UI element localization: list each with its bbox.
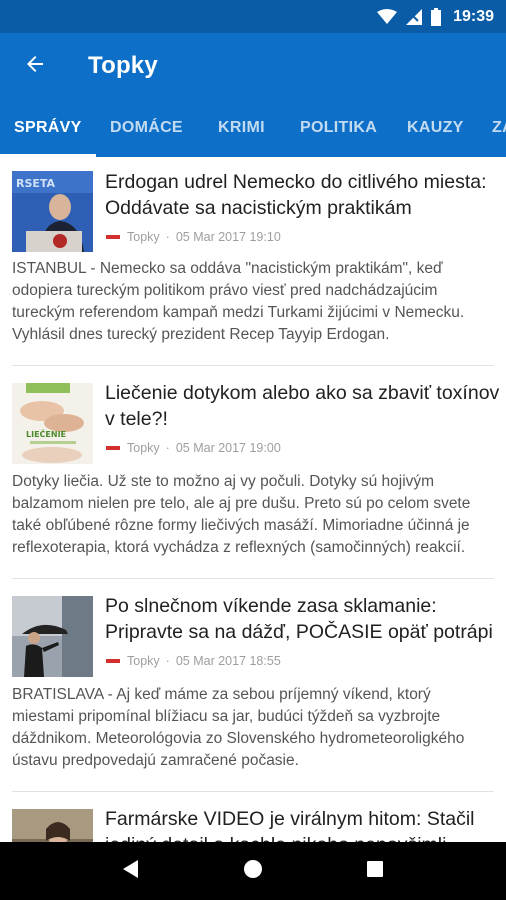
meta-separator: ·: [165, 230, 170, 244]
article-item[interactable]: LIEČENIE Liečenie dotykom alebo ako sa z…: [0, 366, 506, 578]
article-date: 05 Mar 2017 19:10: [175, 230, 281, 244]
article-thumbnail: LIEČENIE: [12, 383, 93, 464]
source-logo-icon: [105, 233, 121, 241]
tab-indicator: [0, 154, 96, 157]
article-thumbnail: [12, 809, 93, 842]
tab-krimi[interactable]: KRIMI: [218, 99, 265, 157]
article-item[interactable]: Po slnečnom víkende zasa sklamanie: Prip…: [0, 579, 506, 791]
wifi-icon: [377, 8, 398, 25]
page-title: Topky: [88, 52, 158, 79]
tab-spravy[interactable]: SPRÁVY: [14, 99, 82, 157]
article-source: Topky: [127, 654, 160, 668]
nav-home-button[interactable]: [233, 851, 273, 891]
arrow-left-icon: [23, 52, 47, 81]
article-date: 05 Mar 2017 18:55: [175, 654, 281, 668]
svg-text:RSETA: RSETA: [16, 177, 56, 190]
article-date: 05 Mar 2017 19:00: [175, 441, 281, 455]
news-feed[interactable]: RSETA Erdogan udrel Nemecko do citlivého…: [0, 157, 506, 842]
article-source: Topky: [127, 230, 160, 244]
square-recents-icon: [366, 860, 384, 883]
signal-icon: [405, 8, 423, 26]
meta-separator: ·: [165, 654, 170, 668]
article-headline[interactable]: Liečenie dotykom alebo ako sa zbaviť tox…: [105, 380, 500, 432]
tab-zahranicie[interactable]: ZAHRANIČIE: [492, 99, 506, 157]
article-source: Topky: [127, 441, 160, 455]
tab-kauzy[interactable]: KAUZY: [407, 99, 464, 157]
article-item[interactable]: Farmárske VIDEO je virálnym hitom: Stači…: [0, 792, 506, 842]
back-button[interactable]: [0, 33, 70, 99]
article-headline[interactable]: Po slnečnom víkende zasa sklamanie: Prip…: [105, 593, 500, 645]
article-excerpt: BRATISLAVA - Aj keď máme za sebou príjem…: [12, 686, 465, 769]
battery-icon: [431, 7, 442, 26]
article-meta: Topky · 05 Mar 2017 18:55: [105, 654, 281, 668]
article-item[interactable]: RSETA Erdogan udrel Nemecko do citlivého…: [0, 157, 506, 365]
article-thumbnail: [12, 596, 93, 677]
article-headline[interactable]: Erdogan udrel Nemecko do citlivého miest…: [105, 169, 500, 221]
source-logo-icon: [105, 657, 121, 665]
article-meta: Topky · 05 Mar 2017 19:00: [105, 441, 281, 455]
svg-text:LIEČENIE: LIEČENIE: [26, 428, 66, 439]
circle-home-icon: [243, 859, 263, 884]
tab-domace[interactable]: DOMÁCE: [110, 99, 183, 157]
status-time: 19:39: [453, 7, 494, 25]
article-headline[interactable]: Farmárske VIDEO je virálnym hitom: Stači…: [105, 806, 500, 842]
article-thumbnail: RSETA: [12, 171, 93, 252]
meta-separator: ·: [165, 441, 170, 455]
article-excerpt: Dotyky liečia. Už ste to možno aj vy poč…: [12, 473, 471, 556]
app-bar: Topky: [0, 33, 506, 99]
article-meta: Topky · 05 Mar 2017 19:10: [105, 230, 281, 244]
nav-back-button[interactable]: [111, 851, 151, 891]
status-bar: 19:39: [0, 0, 506, 33]
article-excerpt: ISTANBUL - Nemecko sa oddáva "nacistický…: [12, 260, 465, 343]
triangle-back-icon: [122, 859, 140, 884]
source-logo-icon: [105, 444, 121, 452]
nav-recents-button[interactable]: [355, 851, 395, 891]
system-nav-bar: [0, 842, 506, 900]
tab-bar: SPRÁVY DOMÁCE KRIMI POLITIKA KAUZY ZAHRA…: [0, 99, 506, 157]
tab-politika[interactable]: POLITIKA: [300, 99, 377, 157]
